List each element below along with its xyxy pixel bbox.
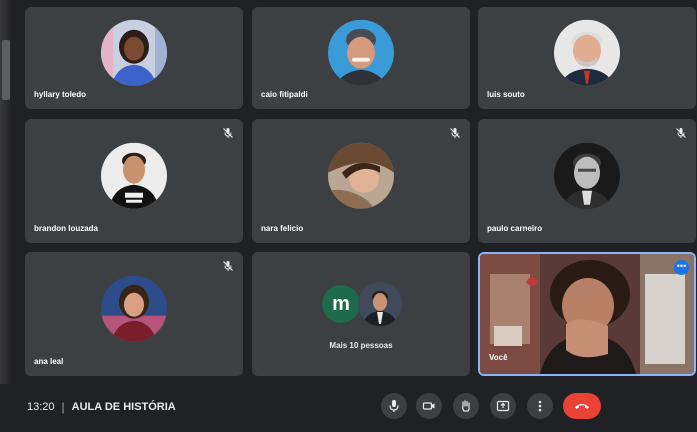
avatar — [358, 282, 402, 326]
participant-tile-hyllary[interactable]: hyllary toledo — [25, 7, 243, 109]
meeting-info: 13:20 | AULA DE HISTÓRIA — [27, 400, 176, 414]
participant-name: ana leal — [34, 357, 64, 366]
self-video-tile[interactable]: ••• Você — [478, 252, 696, 376]
participant-name: paulo carneiro — [487, 224, 543, 233]
avatar — [101, 275, 167, 342]
participant-tile-nara[interactable]: nara felicio — [252, 119, 470, 243]
present-screen-icon — [496, 400, 510, 412]
avatar — [554, 142, 620, 209]
participant-tile-paulo[interactable]: paulo carneiro — [478, 119, 696, 243]
avatar — [328, 19, 394, 86]
mic-off-icon — [675, 127, 687, 139]
participant-name: brandon louzada — [34, 224, 98, 233]
self-video-feed — [480, 254, 694, 374]
end-call-button[interactable] — [563, 393, 601, 419]
avatar — [328, 142, 394, 209]
more-options-icon — [538, 400, 542, 412]
avatar — [101, 142, 167, 209]
end-call-icon — [575, 404, 589, 409]
mic-off-icon — [222, 260, 234, 272]
more-participants-label: Mais 10 pessoas — [329, 341, 393, 350]
more-participants-avatar: m — [322, 285, 360, 323]
more-participants-tile[interactable]: m Mais 10 pessoas — [252, 252, 470, 376]
mic-off-icon — [222, 127, 234, 139]
more-dots-icon[interactable]: ••• — [674, 260, 689, 275]
participant-tile-ana[interactable]: ana leal — [25, 252, 243, 376]
participant-name: nara felicio — [261, 224, 304, 233]
bottom-control-bar: 13:20 | AULA DE HISTÓRIA — [0, 384, 697, 432]
participant-name: hyllary toledo — [34, 90, 87, 99]
meeting-time: 13:20 — [27, 401, 55, 413]
present-screen-button[interactable] — [490, 393, 516, 419]
meeting-separator: | — [61, 400, 65, 414]
participant-tile-luis[interactable]: luis souto — [478, 7, 696, 109]
left-edge-block — [2, 40, 10, 100]
avatar — [554, 19, 620, 86]
self-name: Você — [489, 353, 508, 362]
microphone-icon — [389, 400, 399, 412]
participant-tile-brandon[interactable]: brandon louzada — [25, 119, 243, 243]
participant-name: caio fitipaldi — [261, 90, 308, 99]
mic-off-icon — [449, 127, 461, 139]
participant-name: luis souto — [487, 90, 525, 99]
microphone-button[interactable] — [381, 393, 407, 419]
left-edge-strip — [0, 0, 12, 432]
meeting-title: AULA DE HISTÓRIA — [71, 401, 176, 413]
camera-icon — [422, 402, 435, 410]
avatar — [101, 19, 167, 86]
camera-button[interactable] — [416, 393, 442, 419]
raise-hand-icon — [462, 400, 470, 412]
raise-hand-button[interactable] — [453, 393, 479, 419]
more-options-button[interactable] — [527, 393, 553, 419]
participant-tile-caio[interactable]: caio fitipaldi — [252, 7, 470, 109]
